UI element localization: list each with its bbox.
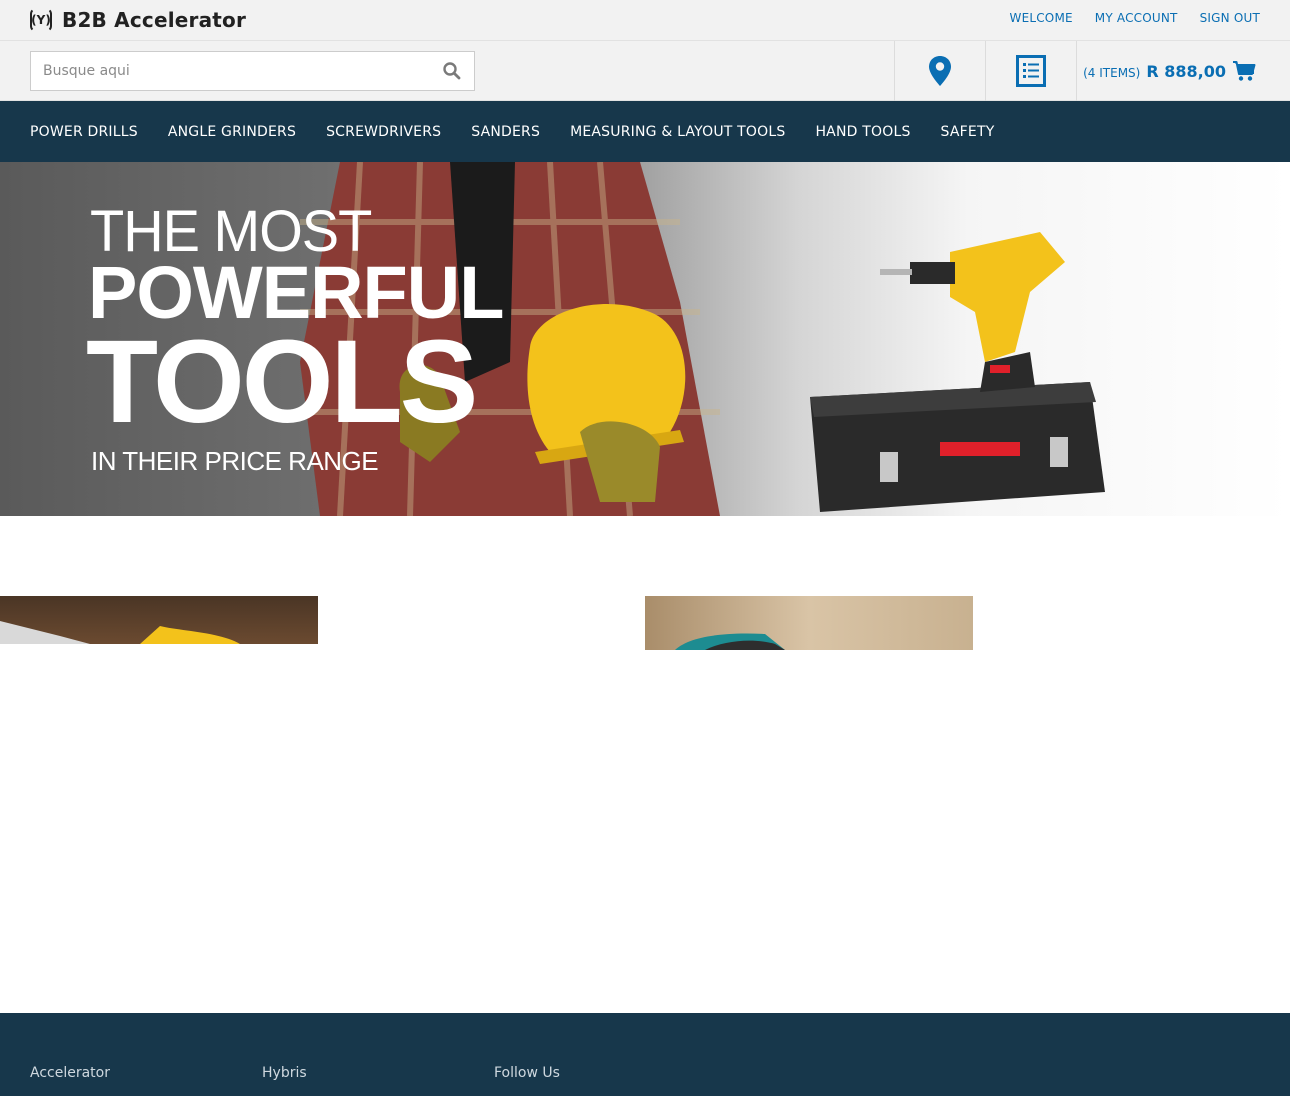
- cart-total: R 888,00: [1146, 61, 1226, 81]
- cart-icon: [1233, 61, 1256, 81]
- hero-line-3: TOOLS: [86, 316, 478, 448]
- promo-tile-left[interactable]: [0, 596, 318, 644]
- store-locator-icon: [929, 56, 951, 86]
- hero-banner[interactable]: THE MOST POWERFUL TOOLS IN THEIR PRICE R…: [0, 162, 1290, 516]
- sign-out-link[interactable]: SIGN OUT: [1200, 11, 1260, 25]
- quick-order-button[interactable]: [985, 41, 1076, 101]
- nav-item-safety[interactable]: SAFETY: [941, 124, 995, 140]
- welcome-link[interactable]: WELCOME: [1010, 11, 1073, 25]
- mini-cart[interactable]: (4 ITEMS) R 888,00: [1076, 41, 1290, 101]
- nav-item-angle-grinders[interactable]: ANGLE GRINDERS: [168, 124, 296, 140]
- footer-heading-accelerator: Accelerator: [30, 1065, 110, 1081]
- search-input[interactable]: [31, 52, 431, 90]
- quick-order-list-icon: [1016, 55, 1046, 87]
- nav-item-hand-tools[interactable]: HAND TOOLS: [815, 124, 910, 140]
- store-locator-button[interactable]: [894, 41, 985, 101]
- logo-mark-icon: (Y): [30, 8, 52, 32]
- search-icon[interactable]: [442, 61, 462, 81]
- hero-line-4: IN THEIR PRICE RANGE: [91, 446, 379, 476]
- footer-heading-follow-us: Follow Us: [494, 1065, 560, 1081]
- footer-heading-hybris: Hybris: [262, 1065, 307, 1081]
- promo-grinder-image: [675, 633, 785, 650]
- nav-item-screwdrivers[interactable]: SCREWDRIVERS: [326, 124, 441, 140]
- search-box: [30, 51, 475, 91]
- nav-item-power-drills[interactable]: POWER DRILLS: [30, 124, 138, 140]
- category-nav: POWER DRILLS ANGLE GRINDERS SCREWDRIVERS…: [0, 101, 1290, 162]
- promo-tile-right[interactable]: [645, 596, 973, 650]
- nav-item-measuring-layout-tools[interactable]: MEASURING & LAYOUT TOOLS: [570, 124, 785, 140]
- logo-text: B2B Accelerator: [62, 8, 247, 32]
- drill-case-image: [810, 232, 1105, 512]
- search-row: (4 ITEMS) R 888,00: [0, 41, 1290, 101]
- nav-item-sanders[interactable]: SANDERS: [471, 124, 540, 140]
- account-links: WELCOME MY ACCOUNT SIGN OUT: [1010, 11, 1261, 25]
- top-bar: (Y) B2B Accelerator WELCOME MY ACCOUNT S…: [0, 0, 1290, 41]
- promo-drill-image: [0, 621, 240, 644]
- site-logo[interactable]: (Y) B2B Accelerator: [30, 8, 246, 32]
- footer: Accelerator Hybris Follow Us: [0, 1013, 1290, 1096]
- my-account-link[interactable]: MY ACCOUNT: [1095, 11, 1178, 25]
- cart-item-count: (4 ITEMS): [1083, 65, 1141, 80]
